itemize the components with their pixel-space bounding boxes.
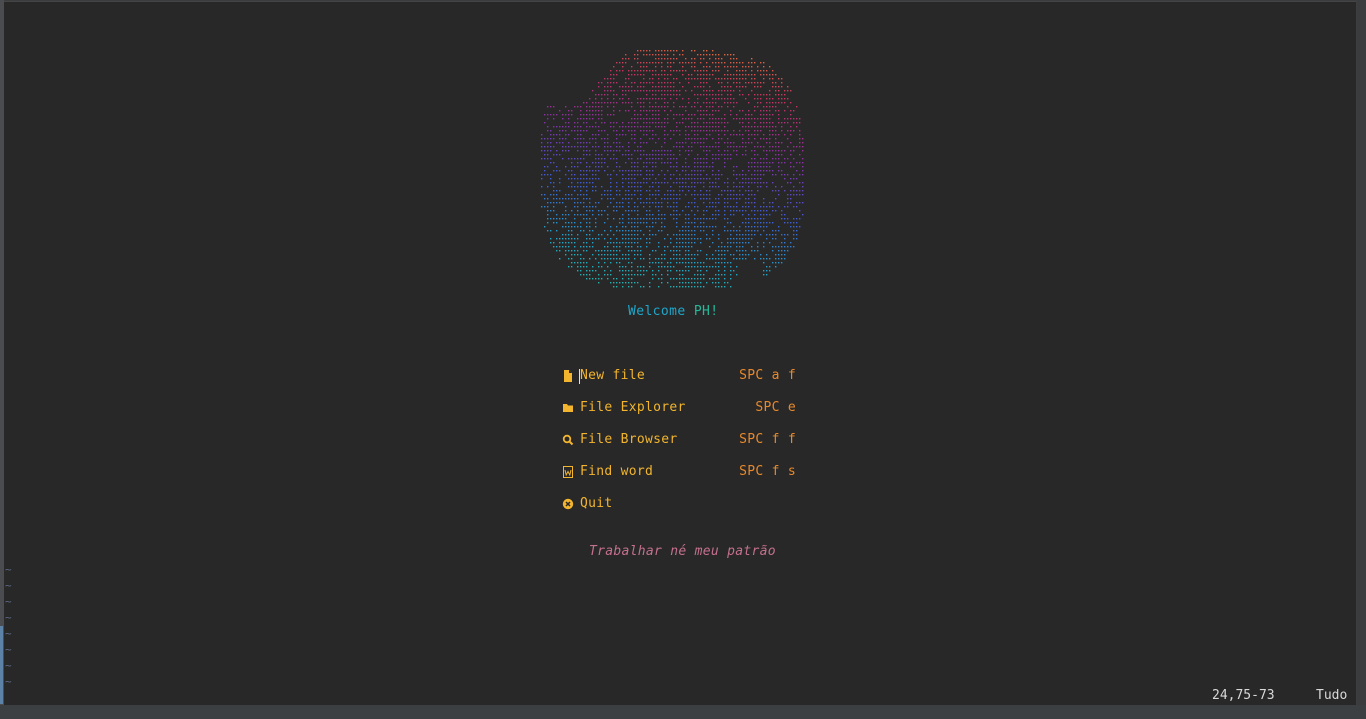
text-cursor [579, 369, 580, 384]
welcome-message: Welcome PH! [628, 304, 719, 320]
empty-line-marker: ~ [5, 563, 12, 576]
dashboard-quote: Trabalhar né meu patrão [589, 544, 776, 559]
menu-item-new-file[interactable]: New file SPC a f [562, 367, 802, 399]
menu-item-label: File Browser [580, 432, 678, 447]
menu-item-label: New file [580, 368, 646, 383]
empty-line-marker: ~ [5, 627, 12, 640]
empty-line-marker: ~ [5, 595, 12, 608]
close-circle-icon [562, 498, 574, 510]
welcome-prefix: Welcome [628, 304, 694, 319]
dashboard-menu: New file SPC a f File Explorer SPC e Fil… [562, 367, 802, 527]
menu-item-file-explorer[interactable]: File Explorer SPC e [562, 399, 802, 431]
menu-item-label: File Explorer [580, 400, 686, 415]
bottom-bar [0, 705, 1366, 719]
cursor-position: 24,75-73 [1212, 688, 1275, 703]
word-doc-icon [563, 466, 573, 478]
dashboard-ascii-logo [541, 50, 804, 288]
left-edge-accent [0, 626, 3, 704]
menu-item-shortcut: SPC f f [739, 432, 796, 447]
empty-line-marker: ~ [5, 579, 12, 592]
empty-line-marker: ~ [5, 675, 12, 688]
menu-item-quit[interactable]: Quit [562, 495, 802, 527]
menu-item-find-word[interactable]: Find word SPC f s [562, 463, 802, 495]
menu-item-label: Find word [580, 464, 654, 479]
empty-line-marker: ~ [5, 643, 12, 656]
folder-icon [563, 404, 573, 412]
menu-item-file-browser[interactable]: File Browser SPC f f [562, 431, 802, 463]
menu-item-shortcut: SPC e [755, 400, 796, 415]
menu-item-shortcut: SPC a f [739, 368, 796, 383]
menu-item-shortcut: SPC f s [739, 464, 796, 479]
file-icon [564, 370, 572, 382]
empty-line-marker: ~ [5, 659, 12, 672]
menu-item-label: Quit [580, 496, 613, 511]
search-icon [562, 434, 574, 446]
empty-line-marker: ~ [5, 611, 12, 624]
scroll-indicator: Tudo [1316, 688, 1348, 703]
empty-line-markers: ~ ~ ~ ~ ~ ~ ~ ~ [5, 562, 12, 690]
welcome-name: PH! [693, 304, 719, 319]
